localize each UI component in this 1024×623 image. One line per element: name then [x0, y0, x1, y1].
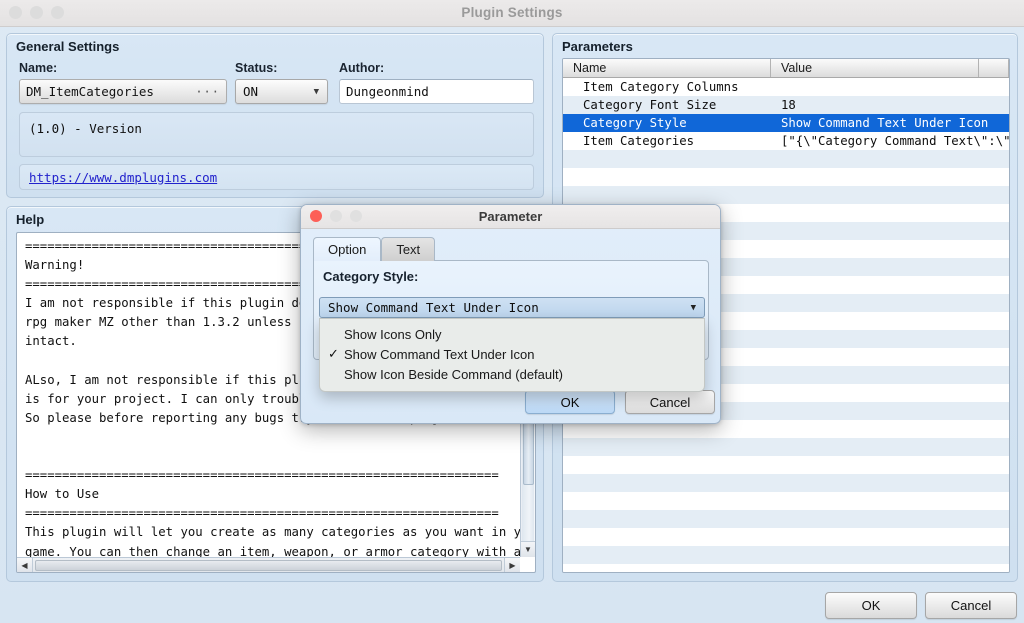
tab-option[interactable]: Option — [313, 237, 382, 261]
browse-ellipsis-icon[interactable]: ··· — [187, 85, 220, 99]
table-row-empty[interactable] — [563, 492, 1009, 510]
table-row[interactable]: Item Category Columns — [563, 78, 1009, 96]
dialog-tabs: Option Text — [313, 237, 436, 261]
table-row-empty[interactable] — [563, 438, 1009, 456]
status-value: ON — [243, 84, 259, 99]
help-hscroll-thumb[interactable] — [35, 559, 502, 571]
help-title: Help — [16, 212, 45, 227]
parameter-dialog: Parameter Option Text Category Style: Sh… — [300, 204, 721, 424]
menu-item-label: Show Command Text Under Icon — [344, 346, 535, 362]
dialog-traffic-lights — [310, 210, 362, 222]
menu-item-show-icons-only[interactable]: Show Icons Only — [320, 324, 704, 344]
dialog-titlebar: Parameter — [301, 205, 720, 229]
dialog-minimize-button[interactable] — [330, 210, 342, 222]
row-name: Item Category Columns — [583, 80, 739, 94]
version-panel: (1.0) - Version — [19, 112, 534, 157]
table-row[interactable]: Item Categories ["{\"Category Command Te… — [563, 132, 1009, 150]
author-field[interactable]: Dungeonmind — [339, 79, 534, 104]
table-row[interactable]: Category Font Size 18 — [563, 96, 1009, 114]
cancel-button[interactable]: Cancel — [925, 592, 1017, 619]
column-header-value[interactable]: Value — [771, 59, 979, 77]
dialog-cancel-button[interactable]: Cancel — [625, 390, 715, 414]
tab-text[interactable]: Text — [381, 237, 436, 261]
row-name: Category Font Size — [583, 98, 717, 112]
window-titlebar: Plugin Settings — [0, 0, 1024, 27]
chevron-down-icon: ▼ — [690, 302, 696, 313]
chevron-down-icon: ▼ — [313, 86, 319, 97]
table-row-empty[interactable] — [563, 150, 1009, 168]
window-title: Plugin Settings — [461, 5, 563, 20]
author-value: Dungeonmind — [346, 84, 429, 99]
general-settings-title: General Settings — [16, 39, 120, 54]
version-value: (1.0) - Version — [29, 121, 142, 136]
menu-item-label: Show Icons Only — [344, 326, 442, 342]
author-label: Author: — [339, 61, 385, 75]
table-row-empty[interactable] — [563, 510, 1009, 528]
table-row-selected[interactable]: Category Style Show Command Text Under I… — [563, 114, 1009, 132]
table-row-empty[interactable] — [563, 528, 1009, 546]
dialog-ok-button[interactable]: OK — [525, 390, 615, 414]
column-header-spacer — [979, 59, 1009, 77]
help-scroll-left-button[interactable]: ◀ — [17, 558, 33, 572]
help-scroll-right-button[interactable]: ▶ — [504, 558, 520, 572]
status-select[interactable]: ON ▼ — [235, 79, 328, 104]
parameters-title: Parameters — [562, 39, 633, 54]
checkmark-icon: ✓ — [328, 346, 339, 361]
column-header-name[interactable]: Name — [563, 59, 771, 77]
table-row-empty[interactable] — [563, 546, 1009, 564]
menu-item-show-command-text-under-icon[interactable]: ✓ Show Command Text Under Icon — [320, 344, 704, 364]
plugin-settings-window: Plugin Settings General Settings Name: D… — [0, 0, 1024, 623]
general-settings-group: General Settings Name: DM_ItemCategories… — [6, 33, 544, 198]
row-name: Item Categories — [583, 134, 695, 148]
category-style-dropdown-menu: Show Icons Only ✓ Show Command Text Unde… — [319, 318, 705, 392]
name-label: Name: — [19, 61, 58, 75]
url-panel: https://www.dmplugins.com — [19, 164, 534, 190]
dialog-title: Parameter — [478, 209, 543, 224]
row-value: 18 — [781, 98, 796, 112]
row-value: ["{\"Category Command Text\":\"A··· — [781, 134, 1009, 148]
status-label: Status: — [235, 61, 278, 75]
menu-item-label: Show Icon Beside Command (default) — [344, 366, 563, 382]
menu-item-show-icon-beside-command[interactable]: Show Icon Beside Command (default) — [320, 364, 704, 384]
table-row-empty[interactable] — [563, 564, 1009, 572]
plugin-name-value: DM_ItemCategories — [26, 84, 154, 99]
table-row-empty[interactable] — [563, 186, 1009, 204]
category-style-value: Show Command Text Under Icon — [328, 300, 539, 315]
row-value: Show Command Text Under Icon — [781, 116, 989, 130]
help-scroll-down-button[interactable]: ▼ — [521, 541, 535, 557]
row-name: Category Style — [583, 116, 687, 130]
category-style-select[interactable]: Show Command Text Under Icon ▼ — [319, 297, 705, 318]
parameters-table-header: Name Value — [563, 59, 1009, 78]
dialog-close-button[interactable] — [310, 210, 322, 222]
plugin-url-link[interactable]: https://www.dmplugins.com — [29, 170, 217, 185]
plugin-name-field[interactable]: DM_ItemCategories ··· — [19, 79, 227, 104]
table-row-empty[interactable] — [563, 168, 1009, 186]
category-style-label: Category Style: — [323, 269, 419, 284]
table-row-empty[interactable] — [563, 474, 1009, 492]
help-horizontal-scrollbar[interactable]: ◀ ▶ — [17, 557, 520, 572]
dialog-maximize-button[interactable] — [350, 210, 362, 222]
ok-button[interactable]: OK — [825, 592, 917, 619]
table-row-empty[interactable] — [563, 456, 1009, 474]
